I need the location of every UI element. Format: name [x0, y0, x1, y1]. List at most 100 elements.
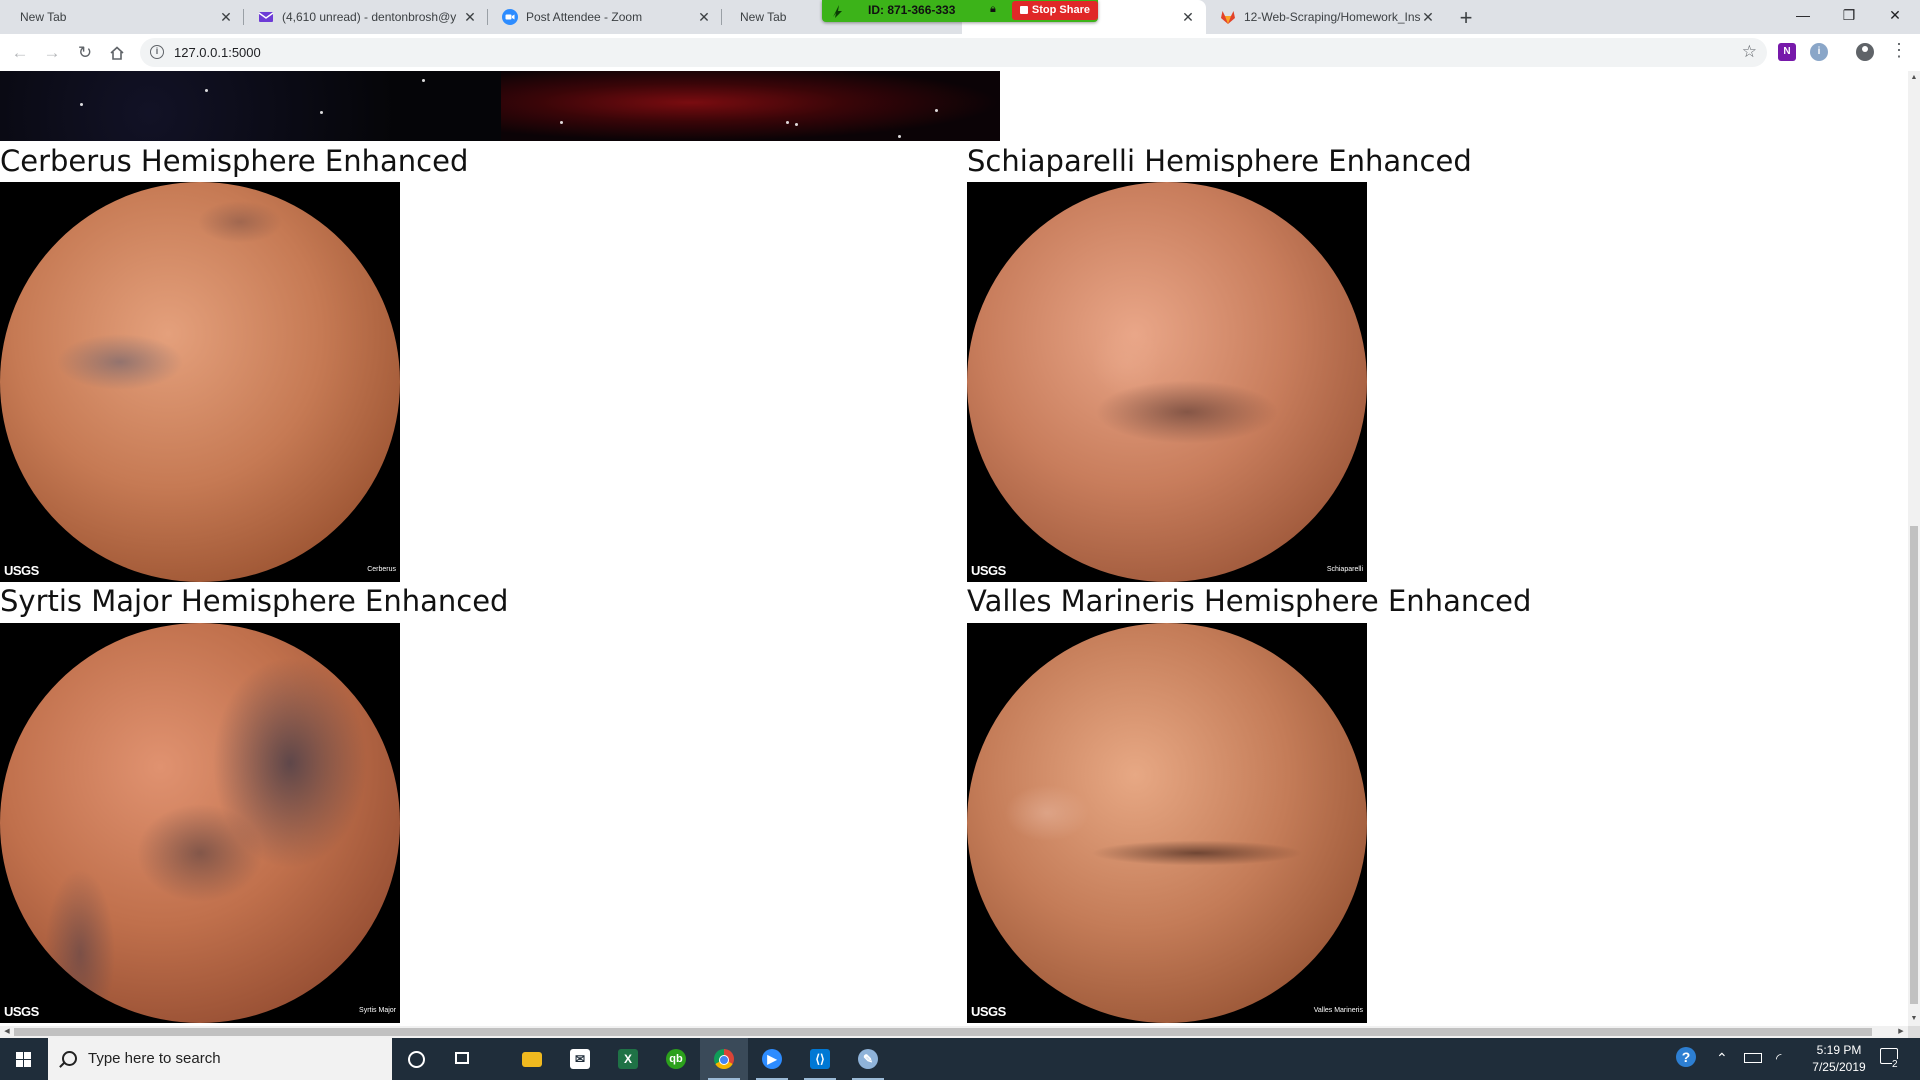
hemisphere-image-cerberus: USGS Cerberus — [0, 182, 400, 582]
usgs-logo: USGS — [4, 563, 39, 578]
tab-title: New Tab — [20, 10, 67, 24]
minimize-button[interactable]: — — [1780, 0, 1826, 30]
close-icon[interactable]: ✕ — [218, 9, 234, 25]
system-clock[interactable]: 5:19 PM 7/25/2019 — [1802, 1042, 1876, 1076]
hemisphere-title-valles-marineris: Valles Marineris Hemisphere Enhanced — [967, 584, 1532, 618]
back-button[interactable]: ← — [6, 39, 34, 67]
hemisphere-image-syrtis-major: USGS Syrtis Major — [0, 623, 400, 1023]
chrome-taskbar-icon[interactable] — [700, 1038, 748, 1080]
zoom-icon — [502, 9, 518, 25]
tab-title: (4,610 unread) - dentonbrosh@y — [282, 10, 457, 24]
windows-taskbar: Type here to search ✉ X qb ▶ ⟨⟩ ✎ ? ⌃ ◜ … — [0, 1038, 1920, 1080]
chrome-logo-icon — [714, 1049, 734, 1069]
jumbotron-image — [0, 71, 1000, 141]
scroll-left-arrow-icon[interactable]: ◀ — [0, 1026, 14, 1038]
mars-globe — [967, 182, 1367, 582]
address-bar[interactable]: i 127.0.0.1:5000 ☆ — [140, 38, 1767, 67]
battery-icon[interactable] — [1744, 1050, 1762, 1066]
clock-time: 5:19 PM — [1816, 1043, 1862, 1057]
help-icon[interactable]: ? — [1676, 1047, 1696, 1067]
close-icon[interactable]: ✕ — [1420, 9, 1436, 25]
excel-icon[interactable]: X — [604, 1038, 652, 1080]
usgs-logo: USGS — [971, 563, 1006, 578]
star — [422, 79, 425, 82]
horizontal-scrollbar[interactable]: ◀ ▶ — [0, 1026, 1908, 1038]
vertical-scroll-thumb[interactable] — [1910, 526, 1918, 1004]
stop-share-label: Stop Share — [1031, 4, 1090, 16]
wifi-icon[interactable]: ◜ — [1776, 1050, 1781, 1067]
image-caption: Valles Marineris — [1313, 1007, 1363, 1014]
meeting-id: ID: 871-366-333 — [868, 3, 956, 17]
mail-app-icon[interactable]: ✉ — [556, 1038, 604, 1080]
envelope-icon: ✉ — [570, 1049, 590, 1069]
hemisphere-title-syrtis-major: Syrtis Major Hemisphere Enhanced — [0, 584, 509, 618]
palette-icon: ✎ — [858, 1049, 878, 1069]
home-icon — [110, 46, 124, 60]
scroll-right-arrow-icon[interactable]: ▶ — [1894, 1026, 1908, 1038]
start-button[interactable] — [0, 1038, 48, 1080]
mars-globe — [0, 623, 400, 1023]
paint-taskbar-icon[interactable]: ✎ — [844, 1038, 892, 1080]
clock-date: 7/25/2019 — [1812, 1060, 1866, 1074]
notification-count: 2 — [1892, 1059, 1898, 1070]
hemisphere-title-schiaparelli: Schiaparelli Hemisphere Enhanced — [967, 144, 1472, 178]
restore-button[interactable]: ❐ — [1826, 0, 1872, 30]
hemisphere-image-valles-marineris: USGS Valles Marineris — [967, 623, 1367, 1023]
profile-avatar-icon[interactable] — [1856, 43, 1874, 61]
quickbooks-logo-icon: qb — [666, 1049, 686, 1069]
hemisphere-image-schiaparelli: USGS Schiaparelli — [967, 182, 1367, 582]
zoom-logo-icon: ▶ — [762, 1049, 782, 1069]
taskbar-search-box[interactable]: Type here to search — [48, 1038, 392, 1080]
menu-kebab-icon[interactable]: ⋮ — [1890, 41, 1908, 59]
tab-gitlab[interactable]: 12-Web-Scraping/Homework_Ins ✕ — [1206, 0, 1446, 34]
extension-icon[interactable]: i — [1810, 43, 1828, 61]
new-tab-button[interactable]: + — [1452, 4, 1480, 32]
tab-title: Post Attendee - Zoom — [526, 10, 643, 24]
reload-button[interactable]: ↻ — [71, 39, 99, 67]
vscode-taskbar-icon[interactable]: ⟨⟩ — [796, 1038, 844, 1080]
tab-title: New Tab — [740, 10, 787, 24]
lock-icon: 🔒︎ — [990, 3, 996, 15]
folder-icon — [522, 1052, 542, 1067]
scrollbar-corner — [1908, 1026, 1920, 1038]
close-window-button[interactable]: ✕ — [1872, 0, 1918, 30]
star — [786, 121, 789, 124]
mars-globe — [967, 623, 1367, 1023]
tab-new-tab-1[interactable]: New Tab ✕ — [0, 0, 244, 34]
cortana-icon[interactable] — [392, 1038, 440, 1080]
vscode-logo-icon: ⟨⟩ — [810, 1049, 830, 1069]
search-placeholder[interactable]: Type here to search — [88, 1050, 221, 1067]
horizontal-scroll-thumb[interactable] — [14, 1028, 1872, 1036]
star — [935, 109, 938, 112]
close-icon[interactable]: ✕ — [1180, 9, 1196, 25]
scroll-down-arrow-icon[interactable]: ▼ — [1908, 1012, 1920, 1026]
tab-zoom[interactable]: Post Attendee - Zoom ✕ — [488, 0, 722, 34]
windows-logo-icon — [16, 1052, 31, 1067]
bookmark-star-icon[interactable]: ☆ — [1742, 42, 1757, 62]
show-hidden-icons-chevron-icon[interactable]: ⌃ — [1716, 1050, 1728, 1067]
yahoo-mail-icon — [258, 12, 274, 22]
gitlab-icon — [1221, 11, 1235, 24]
file-explorer-icon[interactable] — [508, 1038, 556, 1080]
address-url[interactable]: 127.0.0.1:5000 — [174, 45, 261, 60]
browser-toolbar: ← → ↻ i 127.0.0.1:5000 ☆ N i ⋮ — [0, 34, 1920, 72]
mars-globe — [0, 182, 400, 582]
zoom-taskbar-icon[interactable]: ▶ — [748, 1038, 796, 1080]
forward-button[interactable]: → — [38, 39, 66, 67]
task-view-icon[interactable] — [440, 1038, 488, 1080]
star — [320, 111, 323, 114]
scroll-up-arrow-icon[interactable]: ▲ — [1908, 71, 1920, 85]
search-icon — [62, 1051, 77, 1066]
quickbooks-icon[interactable]: qb — [652, 1038, 700, 1080]
star — [795, 123, 798, 126]
tab-yahoo-mail[interactable]: (4,610 unread) - dentonbrosh@y ✕ — [244, 0, 488, 34]
image-caption: Cerberus — [367, 566, 396, 573]
space-image-right — [501, 71, 1000, 141]
info-icon[interactable]: i — [150, 45, 164, 59]
home-button[interactable] — [103, 39, 131, 67]
vertical-scrollbar[interactable]: ▲ ▼ — [1908, 71, 1920, 1026]
close-icon[interactable]: ✕ — [696, 9, 712, 25]
stop-share-button[interactable]: Stop Share — [1012, 1, 1098, 20]
close-icon[interactable]: ✕ — [462, 9, 478, 25]
onenote-extension-icon[interactable]: N — [1778, 43, 1796, 61]
